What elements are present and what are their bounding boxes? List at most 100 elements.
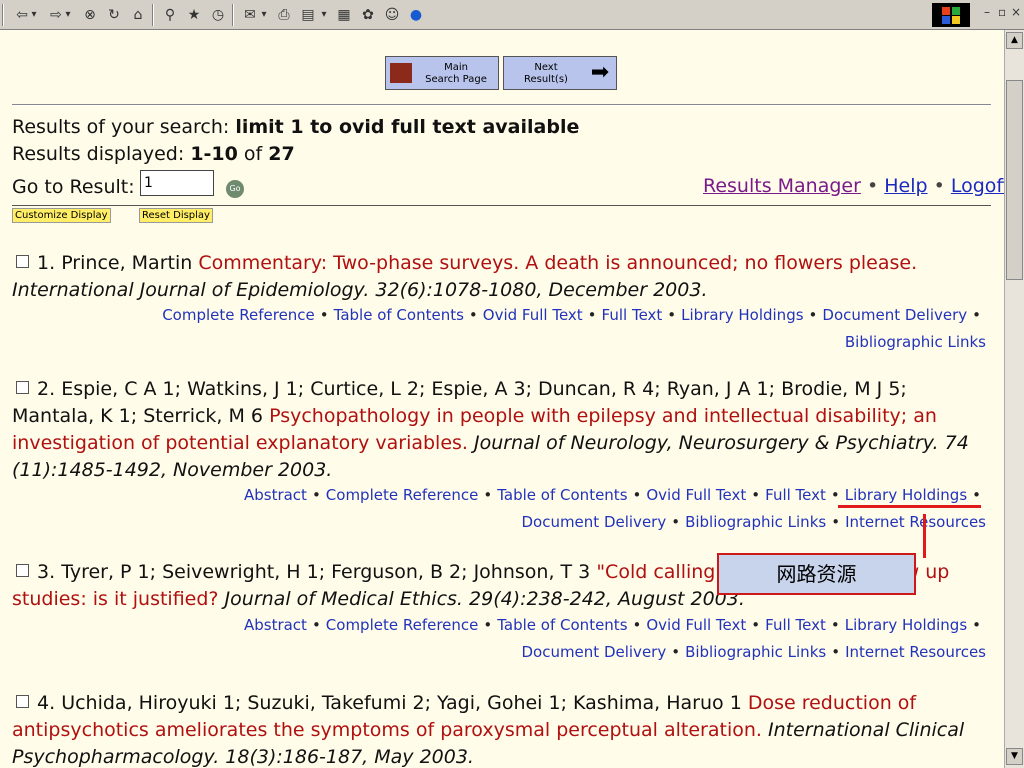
abstract-link[interactable]: Abstract [244, 616, 307, 634]
full-text-link[interactable]: Full Text [602, 306, 663, 324]
help-link[interactable]: Help [884, 175, 927, 197]
bibliographic-links-link[interactable]: Bibliographic Links [845, 333, 986, 351]
print-icon[interactable]: ⎙ [274, 5, 294, 25]
internet-resources-link[interactable]: Internet Resources [845, 643, 986, 661]
customize-display-button[interactable]: Customize Display [12, 208, 111, 223]
result-4-line-3: Psychopharmacology. 18(3):186-187, May 2… [12, 746, 474, 768]
vertical-scrollbar[interactable]: ▲ ▼ [1004, 30, 1024, 768]
house-icon [390, 63, 412, 83]
result-2-checkbox[interactable] [16, 381, 29, 394]
plugin-icon[interactable]: ✿ [358, 5, 378, 25]
go-button[interactable]: Go [226, 180, 244, 198]
edit-icon[interactable]: ▤ [298, 5, 318, 25]
library-holdings-link[interactable]: Library Holdings [845, 616, 967, 634]
search-value: limit 1 to ovid full text available [235, 116, 580, 138]
complete-reference-link[interactable]: Complete Reference [326, 486, 479, 504]
bullet: • [860, 175, 885, 197]
full-text-link[interactable]: Full Text [765, 616, 826, 634]
browser-toolbar: ⇦ ▾ ⇨ ▾ ⊗ ↻ ⌂ ⚲ ★ ◷ ✉ ▾ ⎙ ▤ ▾ ▦ ✿ ☺ ● – … [0, 0, 1024, 30]
search-label: Results of your search: [12, 116, 236, 138]
result-4-checkbox[interactable] [16, 695, 29, 708]
result-citation: Journal of Medical Ethics. 29(4):238-242… [224, 588, 745, 610]
next-results-button[interactable]: Next Result(s) ➡ [503, 56, 617, 90]
emoji-icon[interactable]: ☺ [382, 5, 402, 25]
internet-resources-link[interactable]: Internet Resources [845, 513, 986, 531]
result-title: studies: is it justified? [12, 588, 219, 610]
minimize-icon[interactable]: – [984, 5, 990, 19]
page-content: Main Search Page Next Result(s) ➡ Result… [0, 30, 1004, 768]
result-citation: International Journal of Epidemiology. 3… [12, 279, 708, 301]
result-1-checkbox[interactable] [16, 255, 29, 268]
toolbar-separator [232, 4, 234, 26]
result-3-checkbox[interactable] [16, 564, 29, 577]
results-manager-link[interactable]: Results Manager [703, 175, 861, 197]
displayed-total: 27 [268, 143, 295, 165]
result-title: Dose reduction of [747, 692, 917, 714]
toolbar-separator [2, 4, 4, 26]
document-delivery-link[interactable]: Document Delivery [521, 513, 666, 531]
result-citation: Journal of Neurology, Neurosurgery & Psy… [474, 432, 969, 454]
result-3-links-row-2: Document Delivery • Bibliographic Links • In… [521, 643, 986, 661]
result-4-line-2: antipsychotics ameliorates the symptoms … [12, 719, 964, 741]
result-number: 4. [37, 692, 56, 714]
ovid-full-text-link[interactable]: Ovid Full Text [646, 486, 746, 504]
table-of-contents-link[interactable]: Table of Contents [334, 306, 464, 324]
home-icon[interactable]: ⌂ [128, 5, 148, 25]
logoff-link[interactable]: Logoff [951, 175, 1004, 197]
messenger-icon[interactable]: ● [406, 5, 426, 25]
bibliographic-links-link[interactable]: Bibliographic Links [685, 513, 826, 531]
complete-reference-link[interactable]: Complete Reference [326, 616, 479, 634]
result-1-line-2: International Journal of Epidemiology. 3… [12, 279, 708, 301]
library-holdings-link[interactable]: Library Holdings [845, 486, 967, 504]
mail-dropdown-icon[interactable]: ▾ [258, 5, 270, 25]
abstract-link[interactable]: Abstract [244, 486, 307, 504]
goto-result-input[interactable] [140, 170, 214, 196]
next-label-2: Result(s) [524, 74, 568, 85]
edit-dropdown-icon[interactable]: ▾ [318, 5, 330, 25]
back-dropdown-icon[interactable]: ▾ [28, 5, 40, 25]
result-authors: Tyrer, P 1; Seivewright, H 1; Ferguson, … [61, 561, 591, 583]
mail-icon[interactable]: ✉ [240, 5, 260, 25]
scroll-up-icon[interactable]: ▲ [1006, 32, 1023, 49]
history-icon[interactable]: ◷ [208, 5, 228, 25]
next-label-1: Next [534, 62, 558, 73]
result-1-links-row-1: Complete Reference • Table of Contents • Ovi… [162, 306, 981, 324]
result-1-line-1: 1. Prince, Martin Commentary: Two-phase … [12, 252, 917, 274]
close-icon[interactable]: × [1011, 5, 1021, 19]
search-icon[interactable]: ⚲ [160, 5, 180, 25]
library-holdings-link[interactable]: Library Holdings [681, 306, 803, 324]
result-citation: (11):1485-1492, November 2003. [12, 459, 333, 481]
notes-icon[interactable]: ▦ [334, 5, 354, 25]
scrollbar-thumb[interactable] [1006, 80, 1023, 280]
result-title: Commentary: Two-phase surveys. A death i… [198, 252, 918, 274]
complete-reference-link[interactable]: Complete Reference [162, 306, 315, 324]
table-of-contents-link[interactable]: Table of Contents [497, 486, 627, 504]
ovid-full-text-link[interactable]: Ovid Full Text [646, 616, 746, 634]
document-delivery-link[interactable]: Document Delivery [521, 643, 666, 661]
result-number: 3. [37, 561, 56, 583]
result-4-line-1: 4. Uchida, Hiroyuki 1; Suzuki, Takefumi … [12, 692, 916, 714]
favorites-icon[interactable]: ★ [184, 5, 204, 25]
ovid-full-text-link[interactable]: Ovid Full Text [483, 306, 583, 324]
forward-dropdown-icon[interactable]: ▾ [62, 5, 74, 25]
result-citation: International Clinical [768, 719, 965, 741]
reset-display-button[interactable]: Reset Display [139, 208, 213, 223]
scroll-down-icon[interactable]: ▼ [1006, 748, 1023, 765]
toolbar-separator [152, 4, 154, 26]
result-authors: Mantala, K 1; Sterrick, M 6 [12, 405, 264, 427]
refresh-icon[interactable]: ↻ [104, 5, 124, 25]
result-title: investigation of potential explanatory v… [12, 432, 468, 454]
annotation-underline [838, 505, 981, 508]
search-summary: Results of your search: limit 1 to ovid … [12, 116, 579, 138]
table-of-contents-link[interactable]: Table of Contents [497, 616, 627, 634]
result-2-line-2: Mantala, K 1; Sterrick, M 6 Psychopathol… [12, 405, 937, 427]
bibliographic-links-link[interactable]: Bibliographic Links [685, 643, 826, 661]
restore-icon[interactable]: ▫ [998, 5, 1006, 19]
stop-icon[interactable]: ⊗ [80, 5, 100, 25]
result-2-line-1: 2. Espie, C A 1; Watkins, J 1; Curtice, … [12, 378, 907, 400]
displayed-of: of [237, 143, 269, 165]
document-delivery-link[interactable]: Document Delivery [822, 306, 967, 324]
full-text-link[interactable]: Full Text [765, 486, 826, 504]
result-3-links-row-1: Abstract • Complete Reference • Table of Con… [243, 616, 981, 634]
main-search-page-button[interactable]: Main Search Page [385, 56, 499, 90]
